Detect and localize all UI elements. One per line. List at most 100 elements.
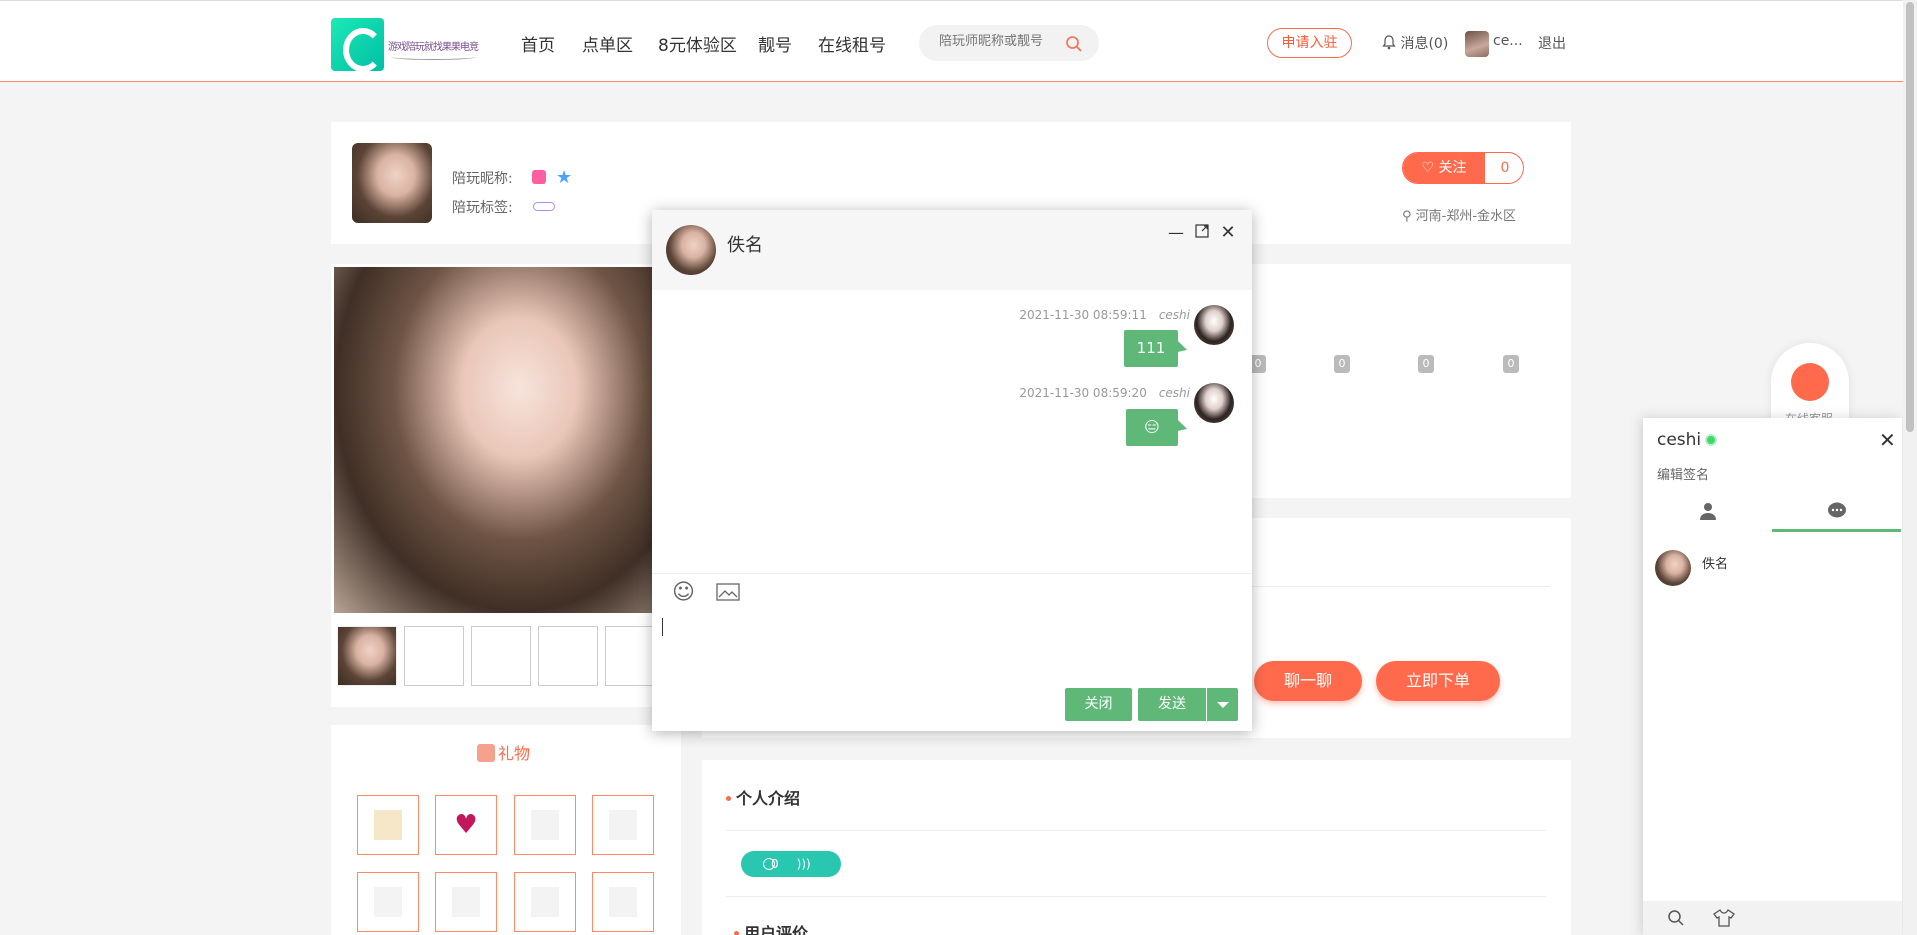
nickname-label: 陪玩昵称:: [452, 171, 513, 187]
edit-signature[interactable]: 编辑签名: [1657, 464, 1709, 483]
bell-icon: [1382, 35, 1396, 50]
follow-label: ♡ 关注: [1403, 153, 1485, 183]
person-icon: [1699, 503, 1716, 520]
tab-chats[interactable]: [1772, 492, 1901, 532]
logout-link[interactable]: 退出: [1538, 33, 1566, 53]
online-status-icon: [1705, 434, 1718, 446]
message-bubble: 111: [1124, 330, 1178, 367]
gift-item[interactable]: [592, 872, 654, 932]
send-button[interactable]: 发送: [1138, 688, 1206, 721]
contact-avatar[interactable]: [1655, 550, 1691, 586]
scrollbar-thumb[interactable]: [1906, 2, 1914, 432]
apply-join-button[interactable]: 申请入驻: [1267, 28, 1352, 58]
minimize-icon[interactable]: —: [1167, 224, 1185, 242]
nav-rent-account[interactable]: 在线租号: [818, 31, 886, 56]
gift-image: [609, 887, 637, 917]
star-icon: ★: [556, 167, 573, 188]
thumbnail-2[interactable]: [404, 626, 464, 686]
image-upload-icon[interactable]: [716, 583, 740, 601]
stat-value: 0: [1418, 355, 1434, 373]
gift-image: [374, 887, 402, 917]
skin-shirt-icon[interactable]: [1713, 909, 1735, 927]
logo-text: 游戏陪玩就找果果电竞: [388, 42, 479, 53]
divider: [1252, 586, 1550, 587]
maximize-icon[interactable]: [1193, 224, 1211, 242]
intro-title: 个人介绍: [726, 785, 800, 809]
logo-swoosh: [391, 54, 476, 60]
reviews-title: 用户评价: [734, 920, 808, 935]
play-icon: [763, 858, 775, 870]
service-bell-icon: [1791, 363, 1829, 401]
message-meta: 2021-11-30 08:59:20 ceshi: [1019, 386, 1190, 400]
page-scrollbar[interactable]: [1903, 0, 1917, 935]
logo-mark-icon: [331, 18, 384, 72]
location: ⚲ 河南-郑州-金水区: [1402, 209, 1517, 224]
nav-trial-zone[interactable]: 8元体验区: [658, 31, 737, 56]
search-input[interactable]: [939, 34, 1069, 49]
divider: [726, 830, 1546, 831]
close-icon[interactable]: ✕: [1219, 224, 1237, 242]
side-panel-close-icon[interactable]: ✕: [1879, 428, 1896, 452]
message-bubble: 😑: [1126, 409, 1178, 446]
thumbnail-3[interactable]: [471, 626, 531, 686]
gift-icon: [477, 744, 495, 762]
send-options-dropdown[interactable]: [1207, 688, 1238, 721]
stat-value: 0: [1334, 355, 1350, 373]
message-avatar: [1194, 305, 1234, 345]
nav-home[interactable]: 首页: [521, 31, 555, 56]
thumbnail-1[interactable]: [337, 626, 397, 686]
tag-pill: [533, 202, 555, 211]
gift-image: [531, 810, 559, 840]
chat-header[interactable]: 佚名 — ✕: [652, 210, 1252, 290]
chat-toolbar-divider: [652, 573, 1252, 574]
chat-window: 佚名 — ✕ 2021-11-30 08:59:11 ceshi 111 2021…: [652, 210, 1252, 731]
sound-wave-icon: ))): [796, 857, 811, 871]
gift-image: [374, 810, 402, 840]
chat-bubble-icon: [1827, 502, 1846, 518]
order-now-button[interactable]: 立即下单: [1376, 661, 1500, 701]
tags-label: 陪玩标签:: [452, 200, 513, 216]
message-avatar: [1194, 383, 1234, 423]
gift-image: [609, 810, 637, 840]
header-avatar[interactable]: [1465, 31, 1489, 57]
side-panel-user: ceshi: [1657, 430, 1718, 450]
heart-icon: ♡: [1421, 160, 1439, 176]
emoji-icon[interactable]: ☺: [672, 580, 695, 605]
chat-close-button[interactable]: 关闭: [1065, 688, 1132, 721]
divider: [726, 896, 1546, 897]
gift-image: [531, 887, 559, 917]
im-side-panel: ceshi ✕ 编辑签名 佚名: [1643, 418, 1902, 935]
voice-intro-player[interactable]: 0))): [741, 851, 841, 877]
messages-link[interactable]: 消息(0): [1382, 33, 1448, 53]
tab-friends[interactable]: [1643, 492, 1772, 532]
gift-item[interactable]: [514, 795, 576, 855]
intro-card: [702, 760, 1571, 935]
gift-title: 礼物: [477, 740, 530, 764]
site-logo[interactable]: 游戏陪玩就找果果电竞: [331, 18, 479, 72]
top-header: 游戏陪玩就找果果电竞 首页 点单区 8元体验区 靓号 在线租号 申请入驻 消息(…: [0, 0, 1917, 82]
messages-label: 消息(0): [1400, 36, 1449, 52]
gift-image: [452, 887, 480, 917]
thumbnail-4[interactable]: [538, 626, 598, 686]
gift-item[interactable]: ♥: [435, 795, 497, 855]
gender-badge-icon: [532, 170, 546, 184]
message-meta: 2021-11-30 08:59:11 ceshi: [1019, 308, 1190, 322]
search-icon[interactable]: [1667, 909, 1685, 927]
gift-item[interactable]: [435, 872, 497, 932]
stat-value: 0: [1503, 355, 1519, 373]
gift-item[interactable]: [514, 872, 576, 932]
gift-item[interactable]: [357, 872, 419, 932]
header-username[interactable]: ce...: [1493, 33, 1523, 49]
gift-item[interactable]: [357, 795, 419, 855]
search-icon[interactable]: [1065, 35, 1083, 53]
chat-button[interactable]: 聊一聊: [1254, 661, 1362, 701]
photo-gallery: [331, 264, 674, 707]
heart-gift-icon: ♥: [454, 810, 478, 840]
follow-button[interactable]: ♡ 关注 0: [1402, 152, 1524, 184]
message-input[interactable]: [662, 618, 663, 636]
nav-order-zone[interactable]: 点单区: [582, 31, 633, 56]
side-panel-tabs: [1643, 492, 1902, 532]
contact-name[interactable]: 佚名: [1702, 553, 1728, 572]
nav-vip-numbers[interactable]: 靓号: [758, 31, 792, 56]
gift-item[interactable]: [592, 795, 654, 855]
